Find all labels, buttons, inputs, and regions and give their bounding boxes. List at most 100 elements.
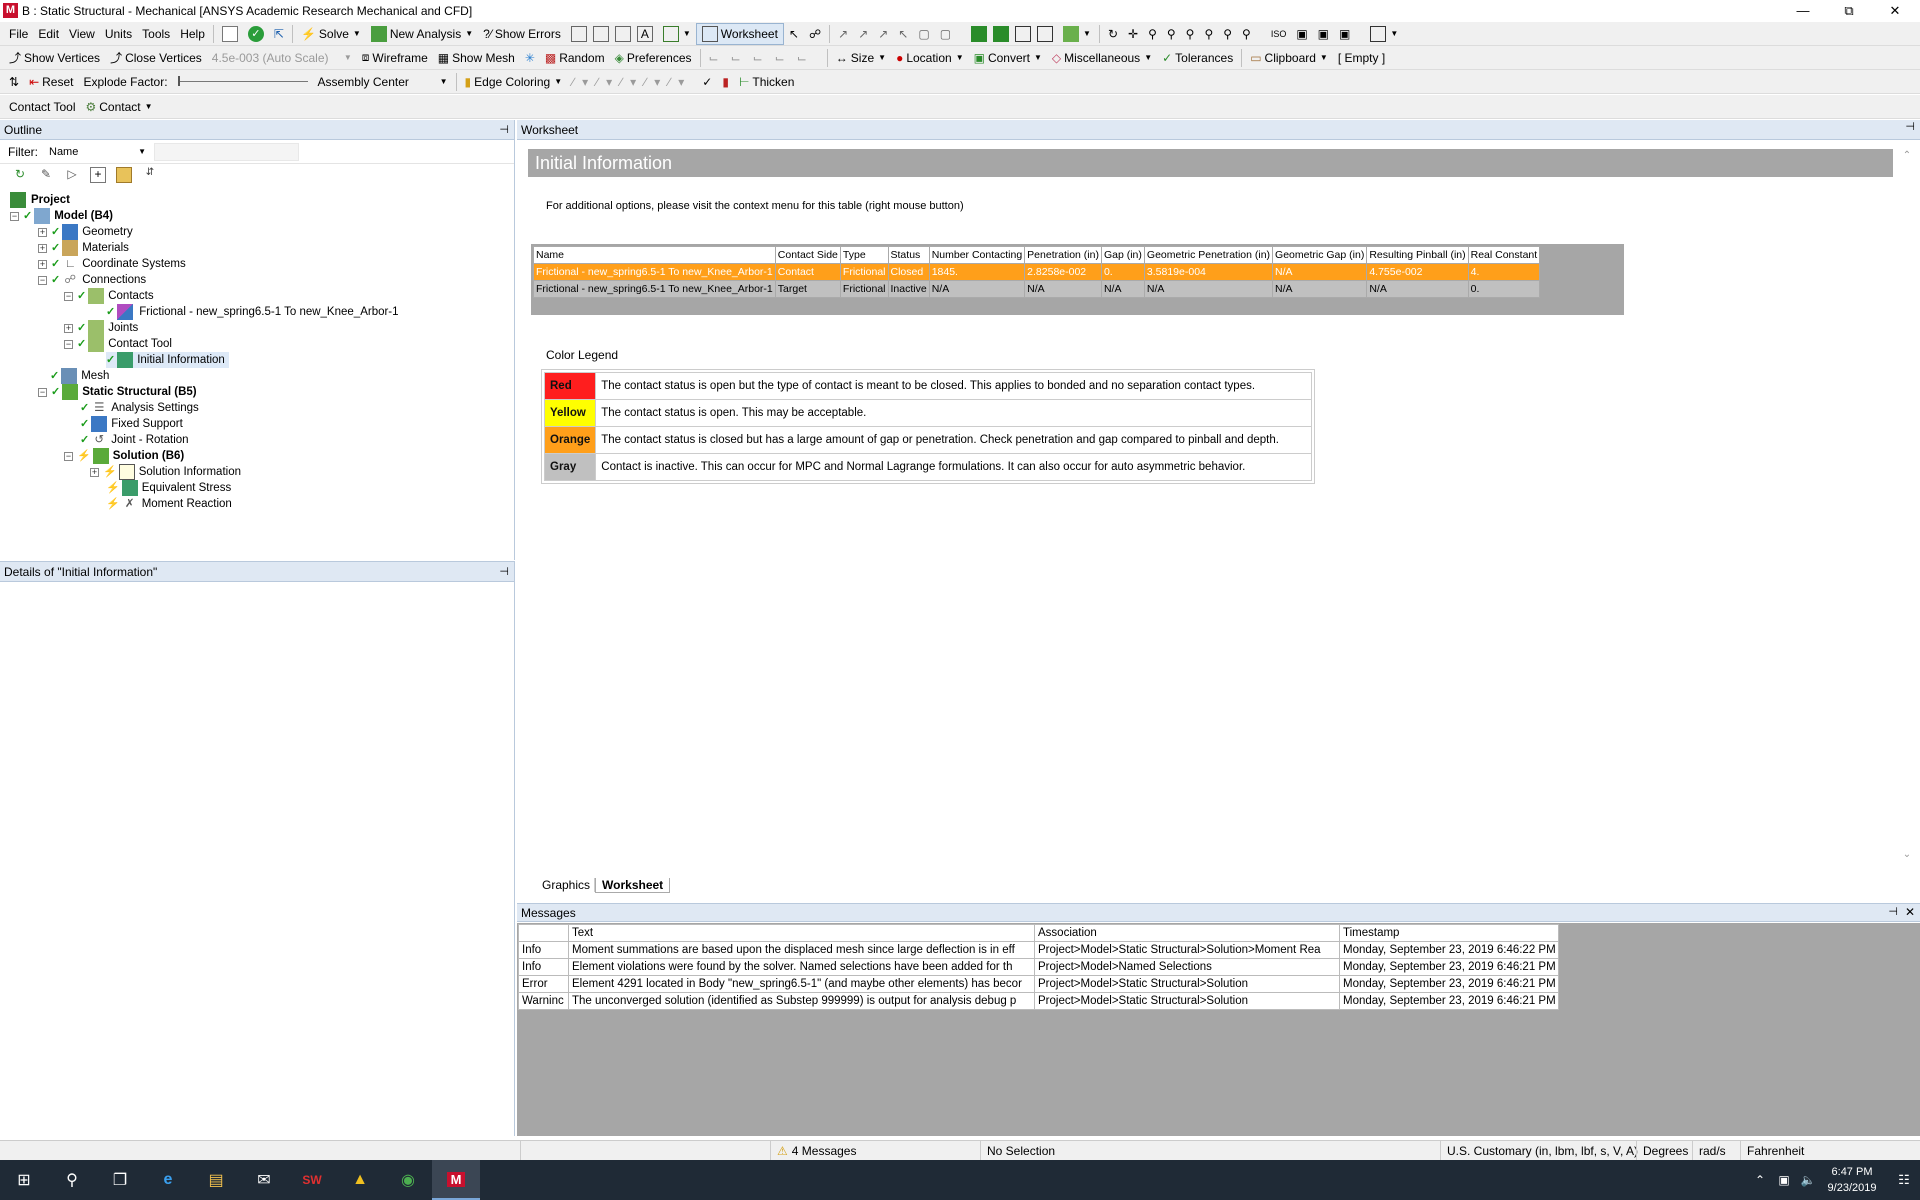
report-icons[interactable]: A [566, 23, 658, 45]
tree-icon[interactable]: ▷ [64, 167, 80, 183]
message-row[interactable]: Warninc The unconverged solution (identif… [518, 992, 1559, 1010]
tree-frictional-contact[interactable]: ✓ Frictional - new_spring6.5-1 To new_Kne… [106, 304, 399, 320]
tree-materials[interactable]: + ✓ Materials [38, 240, 129, 256]
mail-icon[interactable]: ✉ [240, 1160, 288, 1200]
tree-solution-information[interactable]: + ⚡ Solution Information [90, 464, 241, 480]
edge-coloring-button[interactable]: ▮ Edge Coloring ▼ [460, 71, 568, 93]
select-body-icon[interactable]: ▼ [1058, 23, 1096, 45]
contact-table-col-header[interactable]: Gap (in) [1100, 246, 1145, 264]
contact-table-row[interactable]: Frictional - new_spring6.5-1 To new_Knee… [533, 280, 1541, 298]
pin-icon[interactable]: ⊣ [499, 562, 509, 582]
messages-col-header[interactable]: Text [568, 924, 1035, 942]
show-vertices-button[interactable]: ⤴ Show Vertices [4, 47, 105, 69]
sort-icon[interactable]: ⇵ [142, 167, 158, 183]
message-row[interactable]: Error Element 4291 located in Body "new_s… [518, 975, 1559, 993]
solidworks-icon[interactable]: SW [288, 1160, 336, 1200]
view-tools[interactable]: ↻✛⚲⚲⚲⚲⚲⚲ [1103, 23, 1266, 45]
contact-table-col-header[interactable]: Number Contacting [928, 246, 1026, 264]
wireframe-button[interactable]: ⧈ Wireframe [357, 47, 433, 69]
expand-all-icon[interactable]: + [90, 167, 106, 183]
location-button[interactable]: ● Location ▼ [891, 47, 969, 69]
contact-dropdown[interactable]: ⚙ Contact ▼ [81, 96, 158, 118]
refresh-icon[interactable]: ↻ [12, 167, 28, 183]
menu-view[interactable]: View [64, 23, 100, 45]
worksheet-scrollbar[interactable]: ⌃ ⌄ [1898, 150, 1916, 860]
coordinate-tools[interactable]: ⌙⌙⌙⌙⌙ [704, 47, 824, 69]
status-temp[interactable]: Fahrenheit [1740, 1141, 1820, 1161]
edit-icon[interactable]: ✎ [38, 167, 54, 183]
pointer-info-icon[interactable]: ↖ [784, 23, 804, 45]
contact-table-col-header[interactable]: Real Constant [1467, 246, 1541, 264]
solve-button[interactable]: ⚡ Solve ▼ [296, 23, 366, 45]
tree-initial-information[interactable]: ✓ Initial Information [106, 352, 229, 368]
status-units[interactable]: U.S. Customary (in, lbm, lbf, s, V, A) [1440, 1141, 1638, 1161]
tree-joints[interactable]: + ✓ Joints [64, 320, 138, 336]
task-view-icon[interactable]: ❐ [96, 1160, 144, 1200]
select-mode-icons[interactable] [966, 23, 1058, 45]
menu-file[interactable]: File [4, 23, 33, 45]
graphics-tools[interactable]: ↗↗↗↖▢▢ [833, 23, 966, 45]
close-messages-icon[interactable]: ✕ [1905, 905, 1915, 919]
file-explorer-icon[interactable]: ▤ [192, 1160, 240, 1200]
clock[interactable]: 6:47 PM 9/23/2019 [1812, 1164, 1892, 1196]
messages-table[interactable]: Text Association Timestamp Info Moment summ… [518, 924, 1559, 1010]
clipboard-button[interactable]: ▭ Clipboard ▼ [1245, 47, 1333, 69]
menu-tools[interactable]: Tools [137, 23, 175, 45]
restore-button[interactable]: ⧉ [1826, 0, 1872, 22]
contact-table[interactable]: Name Contact Side Type Status Number Contact… [533, 246, 1541, 298]
pin-tool-icon[interactable]: ✓ [697, 71, 717, 93]
tab-graphics[interactable]: Graphics [528, 878, 596, 892]
explode-view-icon[interactable]: ⇅ [4, 71, 24, 93]
close-button[interactable]: ✕ [1872, 0, 1918, 22]
tree-joint-rotation[interactable]: ✓ ↺ Joint - Rotation [80, 432, 189, 448]
miscellaneous-button[interactable]: ◇ Miscellaneous ▼ [1047, 47, 1157, 69]
layout-icon[interactable]: ▼ [1365, 23, 1403, 45]
filter-dropdown[interactable]: Name ▼ [46, 143, 146, 161]
contact-table-col-header[interactable]: Geometric Gap (in) [1272, 246, 1368, 264]
tree-solution[interactable]: − ⚡ Solution (B6) [64, 448, 184, 464]
display-icons[interactable]: ▣▣▣ [1291, 23, 1365, 45]
contact-table-col-header[interactable]: Type [839, 246, 889, 264]
check-icon[interactable]: ✓ [243, 23, 269, 45]
tree-mesh[interactable]: ✓ Mesh [50, 368, 109, 384]
explode-factor-slider[interactable] [173, 71, 313, 93]
size-button[interactable]: ↔ Size ▼ [831, 47, 891, 69]
message-row[interactable]: Info Moment summations are based upon the… [518, 941, 1559, 959]
contact-table-col-header[interactable]: Geometric Penetration (in) [1143, 246, 1274, 264]
pin-icon[interactable]: ⊣ [1905, 120, 1915, 133]
tree-moment-reaction[interactable]: ⚡ ✗ Moment Reaction [106, 496, 232, 512]
tab-worksheet[interactable]: Worksheet [595, 877, 671, 893]
iso-icon[interactable]: ISO [1266, 23, 1292, 45]
random-button[interactable]: ▩ Random [540, 47, 610, 69]
tree-equivalent-stress[interactable]: ⚡ Equivalent Stress [106, 480, 231, 496]
contact-table-col-header[interactable]: Status [887, 246, 930, 264]
assembly-center-dropdown[interactable]: Assembly Center ▼ [313, 71, 453, 93]
new-analysis-button[interactable]: New Analysis ▼ [366, 23, 478, 45]
worksheet-toggle[interactable]: Worksheet [695, 22, 784, 45]
tree-connections[interactable]: − ✓ ☍ Connections [38, 272, 146, 288]
minimize-button[interactable]: — [1780, 0, 1826, 22]
edge-display-icons[interactable]: ∕▾∕▾∕▾∕▾∕▾ [567, 71, 697, 93]
thickness-icon[interactable]: ▮ [717, 71, 734, 93]
tree-geometry[interactable]: + ✓ Geometry [38, 224, 133, 240]
pin-icon[interactable]: ⊣ [1888, 905, 1898, 918]
show-errors-button[interactable]: ?⁄ Show Errors [478, 23, 566, 45]
status-angle[interactable]: Degrees [1636, 1141, 1692, 1161]
contact-table-col-header[interactable]: Name [533, 246, 776, 264]
menu-help[interactable]: Help [175, 23, 210, 45]
contact-table-col-header[interactable]: Penetration (in) [1024, 246, 1102, 264]
message-row[interactable]: Info Element violations were found by the… [518, 958, 1559, 976]
tree-model[interactable]: − ✓ Model (B4) [10, 208, 113, 224]
tree-fixed-support[interactable]: ✓ Fixed Support [80, 416, 183, 432]
command-icon[interactable] [217, 23, 243, 45]
contact-table-row[interactable]: Frictional - new_spring6.5-1 To new_Knee… [533, 263, 1541, 281]
search-icon[interactable]: ⚲ [48, 1160, 96, 1200]
tree-contact-tool[interactable]: − ✓ Contact Tool [64, 336, 172, 352]
windows-start-icon[interactable]: ⊞ [0, 1160, 48, 1200]
preferences-button[interactable]: ◈ Preferences [610, 47, 697, 69]
close-vertices-button[interactable]: ⤴ Close Vertices [105, 47, 207, 69]
ansys-workbench-icon[interactable]: ▲ [336, 1160, 384, 1200]
tree-project[interactable]: Project [10, 192, 70, 208]
contact-table-col-header[interactable]: Resulting Pinball (in) [1366, 246, 1469, 264]
explode-icon[interactable]: ✳ [520, 47, 540, 69]
